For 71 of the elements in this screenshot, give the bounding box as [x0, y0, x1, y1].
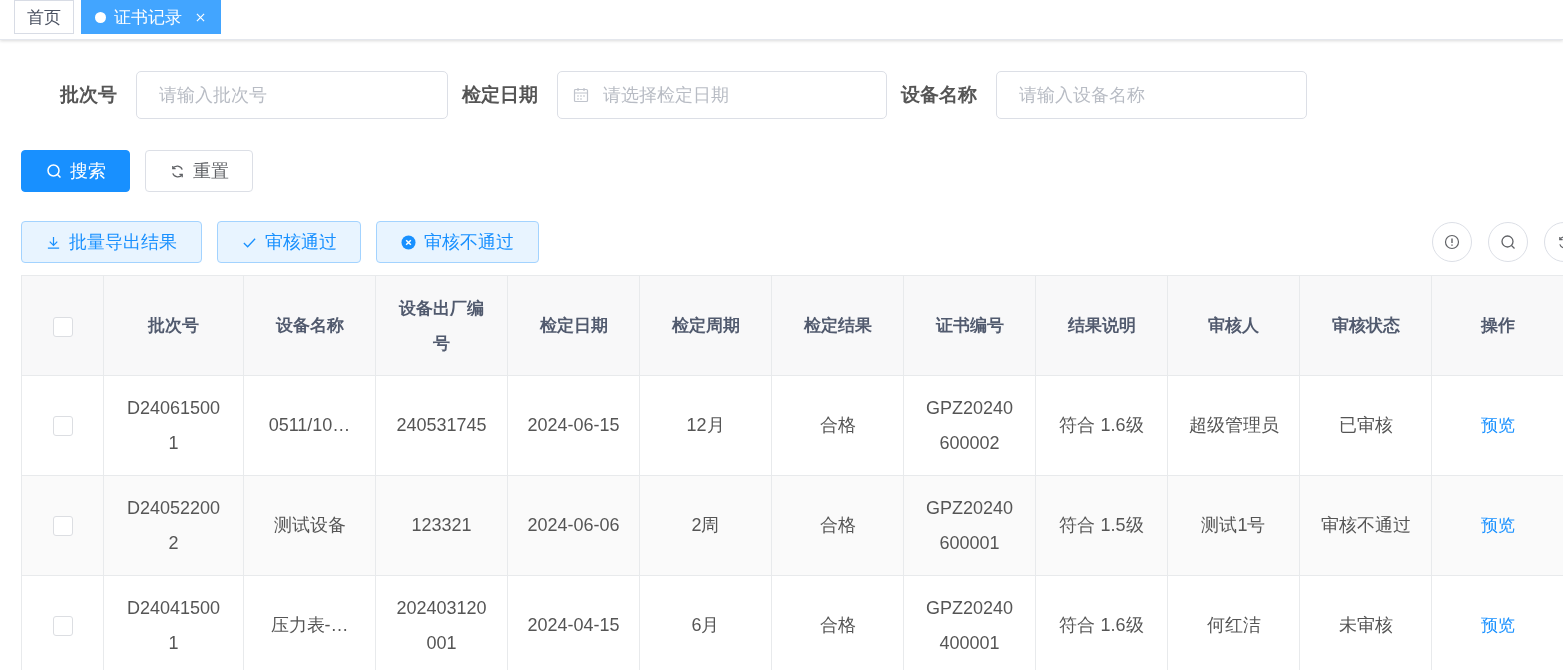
table-cell-text: 12月: [685, 414, 726, 437]
info-button[interactable]: [1432, 222, 1472, 262]
page-tab[interactable]: 证书记录: [81, 0, 221, 34]
table-cell-text: 202403120001: [395, 596, 488, 655]
table-cell-text: 未审核: [1337, 614, 1394, 637]
table-cell-text: 合格: [818, 514, 857, 537]
filter-label: 检定日期: [462, 83, 538, 107]
calendar-icon: [573, 87, 589, 103]
column-header: 审核人: [1207, 315, 1260, 337]
table-cell-text: GPZ20240600001: [924, 496, 1015, 555]
table-cell-text: 123321: [410, 514, 473, 537]
preview-link[interactable]: 预览: [1480, 516, 1515, 535]
checkbox[interactable]: [52, 616, 73, 637]
table-cell-text: GPZ20240600002: [924, 396, 1015, 455]
table-cell-text: D240415001: [126, 596, 221, 655]
preview-link[interactable]: 预览: [1480, 616, 1515, 635]
column-header: 设备出厂编号: [397, 297, 485, 355]
table-cell-text: 已审核: [1337, 414, 1394, 437]
column-header: 审核状态: [1330, 315, 1401, 337]
table-cell-text: 审核不通过: [1319, 514, 1412, 537]
column-header: 检定周期: [670, 315, 741, 337]
checkbox[interactable]: [52, 316, 73, 337]
close-circle-icon: [401, 234, 416, 250]
column-header: 设备名称: [274, 315, 345, 337]
table-cell-text: 何红洁: [1205, 614, 1262, 637]
table-cell-text: 合格: [818, 614, 857, 637]
search-button[interactable]: [1488, 222, 1528, 262]
column-header: 证书编号: [934, 315, 1005, 337]
close-icon[interactable]: [196, 12, 205, 22]
table-cell-text: 2024-06-15: [526, 414, 621, 437]
column-header: 检定结果: [802, 315, 873, 337]
table-cell-text: GPZ20240400001: [924, 596, 1015, 655]
refresh-icon: [169, 163, 185, 179]
table-cell-text: 符合 1.6级: [1058, 414, 1145, 437]
reject-button[interactable]: 审核不通过: [376, 221, 539, 263]
checkbox[interactable]: [52, 516, 73, 537]
column-header: 结果说明: [1066, 315, 1137, 337]
page-tab[interactable]: 首页: [14, 0, 74, 34]
table-cell-text: 240531745: [395, 414, 488, 437]
table-cell-text: 超级管理员: [1187, 414, 1280, 437]
table-cell-text: 合格: [818, 414, 857, 437]
filter-label: 设备名称: [901, 83, 977, 107]
approve-button[interactable]: 审核通过: [217, 221, 361, 263]
date-field[interactable]: 请选择检定日期: [557, 71, 887, 119]
filter-label: 批次号: [60, 83, 117, 107]
preview-link[interactable]: 预览: [1480, 416, 1515, 435]
checkbox[interactable]: [52, 416, 73, 437]
table-cell-text: 测试1号: [1200, 514, 1267, 537]
table-cell-text: 0511/10…: [267, 414, 352, 437]
table-cell-text: 2周: [690, 514, 721, 537]
download-icon: [46, 234, 61, 250]
column-header: 检定日期: [538, 315, 609, 337]
column-header: 操作: [1479, 315, 1516, 337]
input-field[interactable]: 请输入批次号: [136, 71, 448, 119]
input-field[interactable]: 请输入设备名称: [996, 71, 1307, 119]
export-button[interactable]: 批量导出结果: [21, 221, 202, 263]
table-cell-text: 2024-06-06: [526, 514, 621, 537]
info-icon: [1444, 234, 1460, 250]
table-cell-text: 符合 1.6级: [1058, 614, 1145, 637]
table-cell-text: 符合 1.5级: [1058, 514, 1145, 537]
search-icon: [1500, 234, 1516, 250]
table-cell-text: 2024-04-15: [526, 614, 621, 637]
table-cell-text: D240615001: [126, 396, 221, 455]
search-button[interactable]: 搜索: [21, 150, 130, 192]
table-cell-text: 测试设备: [272, 514, 347, 537]
column-header: 批次号: [146, 315, 200, 337]
search-icon: [45, 163, 62, 179]
table-cell-text: 压力表-…: [269, 614, 350, 637]
table-cell-text: D240522002: [126, 496, 221, 555]
reset-button[interactable]: 重置: [145, 150, 253, 192]
table-cell-text: 6月: [690, 614, 721, 637]
